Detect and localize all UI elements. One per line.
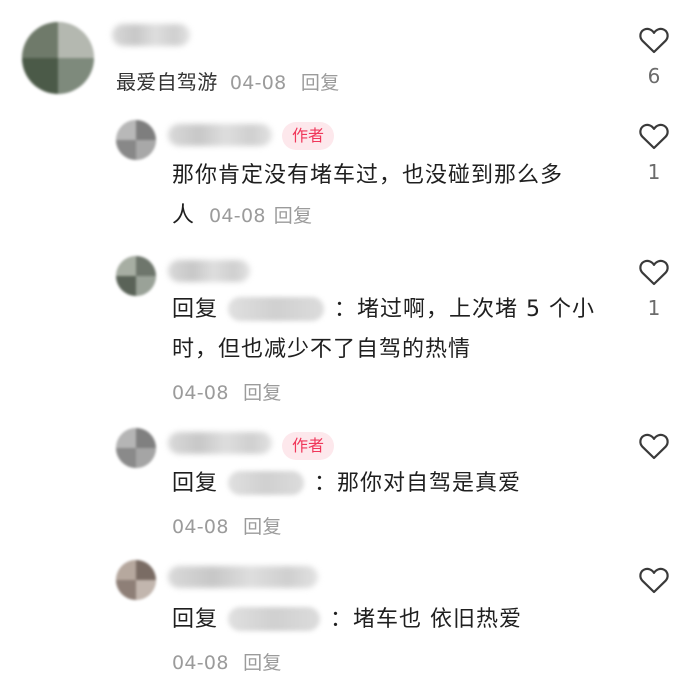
- comment-text: 回复 ：堵车也 依旧热爱: [172, 600, 612, 640]
- comment-text-line: 那你肯定没有堵车过，也没碰到那么多: [172, 163, 564, 188]
- avatar[interactable]: [116, 560, 156, 600]
- reply-button[interactable]: 回复: [243, 652, 282, 674]
- comment-text-line: 回复 ：堵车也 依旧热爱: [172, 600, 612, 640]
- comment-text: 回复 ：那你对自驾是真爱: [172, 464, 612, 504]
- comment-meta: 04-08 回复: [172, 512, 282, 539]
- like-count: 1: [647, 160, 661, 184]
- comment-date: 04-08: [172, 382, 229, 404]
- avatar[interactable]: [116, 120, 156, 160]
- mention-blurred[interactable]: [228, 297, 325, 321]
- reply-button[interactable]: 回复: [274, 205, 313, 227]
- comment-text-line: 回复 ：那你对自驾是真爱: [172, 464, 612, 504]
- like-button[interactable]: 1: [634, 258, 674, 320]
- username-blurred[interactable]: [168, 566, 318, 588]
- avatar[interactable]: [116, 428, 156, 468]
- comment-text-line: 时，但也减少不了自驾的热情: [172, 337, 472, 362]
- reply-prefix: 回复: [172, 607, 219, 632]
- reply-prefix: 回复: [172, 471, 219, 496]
- username-blurred[interactable]: [168, 260, 250, 282]
- mention-blurred[interactable]: [228, 607, 321, 631]
- reply-button[interactable]: 回复: [243, 382, 282, 404]
- comment-text: 那你肯定没有堵车过，也没碰到那么多 人 04-08 回复: [172, 156, 612, 236]
- like-count: 6: [647, 64, 661, 88]
- comment-meta: 04-08 回复: [172, 648, 282, 675]
- heart-outline-icon: [639, 433, 669, 460]
- heart-outline-icon: [639, 567, 669, 594]
- reply-prefix: 回复: [172, 297, 219, 322]
- heart-outline-icon: [639, 27, 669, 54]
- comment-date: 04-08: [209, 205, 266, 227]
- mention-blurred[interactable]: [228, 471, 305, 495]
- comment-date: 04-08: [172, 516, 229, 538]
- username-blurred[interactable]: [168, 432, 272, 454]
- comment-text-line: 回复 ：堵过啊，上次堵 5 个小: [172, 290, 612, 330]
- comment-meta: 04-08 回复: [172, 378, 282, 405]
- like-button[interactable]: 6: [634, 26, 674, 88]
- comment-text-fragment: ：堵过啊，上次堵 5 个小: [334, 297, 595, 322]
- comment-text-fragment: 人: [172, 203, 196, 228]
- heart-outline-icon: [639, 259, 669, 286]
- comment-text-fragment: ：那你对自驾是真爱: [314, 471, 522, 496]
- comment-text-line: 人 04-08 回复: [172, 196, 612, 236]
- like-button[interactable]: [634, 566, 674, 604]
- username-blurred[interactable]: [112, 24, 190, 46]
- author-badge: 作者: [282, 122, 335, 150]
- reply-button[interactable]: 回复: [243, 516, 282, 538]
- like-button[interactable]: [634, 432, 674, 470]
- comment-date: 04-08: [172, 652, 229, 674]
- username-blurred[interactable]: [168, 124, 272, 146]
- heart-outline-icon: [639, 123, 669, 150]
- avatar[interactable]: [22, 22, 94, 94]
- like-button[interactable]: 1: [634, 122, 674, 184]
- comment-date: 04-08: [229, 72, 287, 94]
- author-badge: 作者: [282, 432, 335, 460]
- username[interactable]: 最爱自驾游: [116, 70, 218, 94]
- avatar[interactable]: [116, 256, 156, 296]
- reply-button[interactable]: 回复: [301, 72, 340, 94]
- like-count: 1: [647, 296, 661, 320]
- comment-text-fragment: ：堵车也 依旧热爱: [330, 607, 523, 632]
- comment-text: 回复 ：堵过啊，上次堵 5 个小 时，但也减少不了自驾的热情: [172, 290, 612, 370]
- comment-meta: 最爱自驾游 04-08 回复: [116, 66, 340, 95]
